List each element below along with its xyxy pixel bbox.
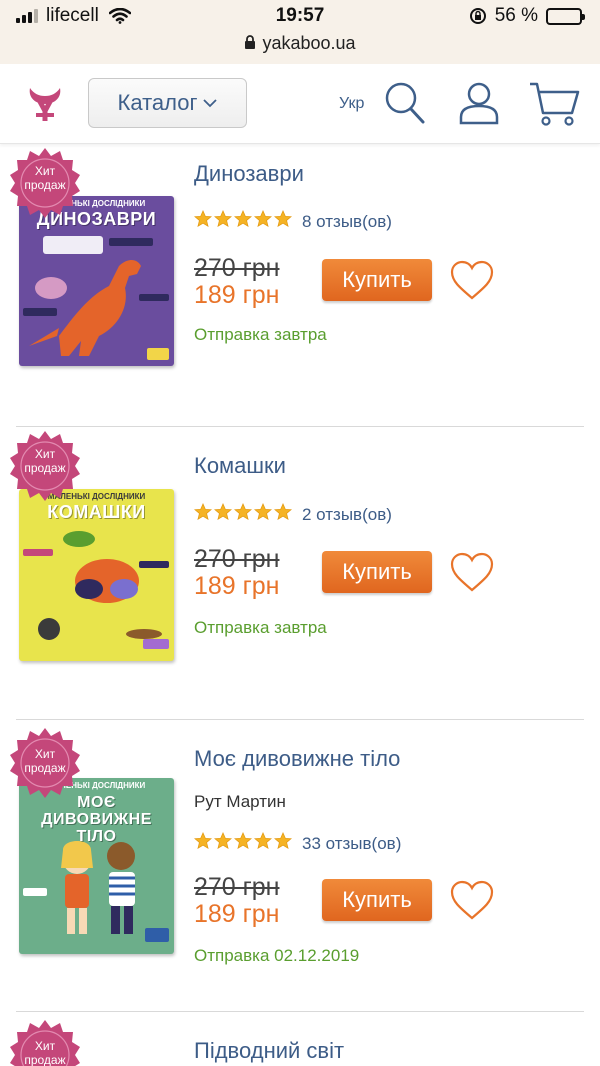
user-icon[interactable] — [458, 81, 500, 125]
book-cover[interactable]: МАЛЕНЬКІ ДОСЛІДНИКИ КОМАШКИ — [19, 489, 174, 661]
star-icon — [253, 831, 273, 855]
new-price: 189 грн — [194, 572, 280, 600]
new-price: 189 грн — [194, 900, 280, 928]
reviews-link[interactable]: 2 отзыв(ов) — [302, 505, 392, 525]
language-switch[interactable]: Укр — [339, 95, 364, 113]
shipping-info: Отправка 02.12.2019 — [194, 946, 360, 965]
star-rating — [193, 831, 293, 855]
product-title[interactable]: Моє дивовижне тіло — [194, 746, 400, 772]
battery-percent: 56 % — [494, 5, 538, 26]
product-rating: 2 отзыв(ов) — [193, 502, 392, 526]
body-illustration — [23, 841, 169, 942]
battery-icon — [546, 7, 585, 25]
wishlist-heart-icon[interactable] — [449, 879, 495, 921]
star-rating — [193, 209, 293, 233]
old-price: 270 грн — [194, 873, 280, 901]
star-icon — [213, 209, 233, 233]
search-icon[interactable] — [384, 81, 426, 125]
product-rating: 8 отзыв(ов) — [193, 209, 392, 233]
product-author[interactable]: Рут Мартин — [194, 792, 286, 812]
product-card: МАЛЕНЬКІ ДОСЛІДНИКИ КОМАШКИ Хит продаж К… — [0, 427, 600, 720]
star-icon — [213, 831, 233, 855]
product-card: МАЛЕНЬКІ ДОСЛІДНИКИ ДИНОЗАВРИ Хит продаж… — [0, 144, 600, 427]
wishlist-heart-icon[interactable] — [449, 259, 495, 301]
cart-icon[interactable] — [528, 81, 580, 127]
star-icon — [233, 209, 253, 233]
star-icon — [273, 209, 293, 233]
reviews-link[interactable]: 33 отзыв(ов) — [302, 834, 401, 854]
product-card: МАЛЕНЬКІ ДОСЛІДНИКИ МОЄ ДИВОВИЖНЕ ТІЛО Х… — [0, 720, 600, 1012]
url-text: yakaboo.ua — [262, 33, 356, 53]
star-icon — [273, 831, 293, 855]
status-right: 56 % — [469, 5, 585, 27]
url-bar[interactable]: yakaboo.ua — [0, 33, 600, 54]
buy-button[interactable]: Купить — [322, 551, 432, 593]
shipping-info: Отправка завтра — [194, 618, 327, 637]
orientation-lock-icon — [469, 8, 486, 24]
hit-badge-text: Хит продаж — [24, 747, 66, 775]
dinosaur-illustration — [23, 236, 169, 360]
site-header: Каталог Укр — [0, 64, 600, 144]
product-card: Хит продаж Підводний світ — [0, 1012, 600, 1066]
insects-illustration — [23, 531, 169, 649]
shipping-info: Отправка завтра — [194, 325, 327, 344]
buy-button[interactable]: Купить — [322, 259, 432, 301]
product-rating: 33 отзыв(ов) — [193, 831, 401, 855]
hit-badge-text: Хит продаж — [24, 164, 66, 192]
star-icon — [253, 209, 273, 233]
star-icon — [233, 831, 253, 855]
logo-icon[interactable] — [26, 84, 64, 124]
chevron-down-icon — [203, 99, 218, 108]
catalog-label: Каталог — [117, 90, 198, 115]
star-icon — [193, 209, 213, 233]
wishlist-heart-icon[interactable] — [449, 551, 495, 593]
star-icon — [193, 831, 213, 855]
hit-badge-text: Хит продаж — [24, 447, 66, 475]
book-cover[interactable]: МАЛЕНЬКІ ДОСЛІДНИКИ ДИНОЗАВРИ — [19, 196, 174, 366]
lock-icon — [245, 35, 256, 49]
book-cover[interactable]: МАЛЕНЬКІ ДОСЛІДНИКИ МОЄ ДИВОВИЖНЕ ТІЛО — [19, 778, 174, 954]
star-rating — [193, 502, 293, 526]
star-icon — [213, 502, 233, 526]
old-price: 270 грн — [194, 545, 280, 573]
star-icon — [253, 502, 273, 526]
new-price: 189 грн — [194, 281, 280, 309]
catalog-button[interactable]: Каталог — [88, 78, 247, 128]
old-price: 270 грн — [194, 254, 280, 282]
product-title[interactable]: Динозаври — [194, 161, 304, 187]
star-icon — [273, 502, 293, 526]
star-icon — [193, 502, 213, 526]
buy-button[interactable]: Купить — [322, 879, 432, 921]
status-bar: lifecell 19:57 56 % yakaboo.ua — [0, 0, 600, 64]
hit-badge-text: Хит продаж — [24, 1039, 66, 1066]
product-title[interactable]: Підводний світ — [194, 1038, 344, 1064]
reviews-link[interactable]: 8 отзыв(ов) — [302, 212, 392, 232]
star-icon — [233, 502, 253, 526]
product-title[interactable]: Комашки — [194, 453, 286, 479]
